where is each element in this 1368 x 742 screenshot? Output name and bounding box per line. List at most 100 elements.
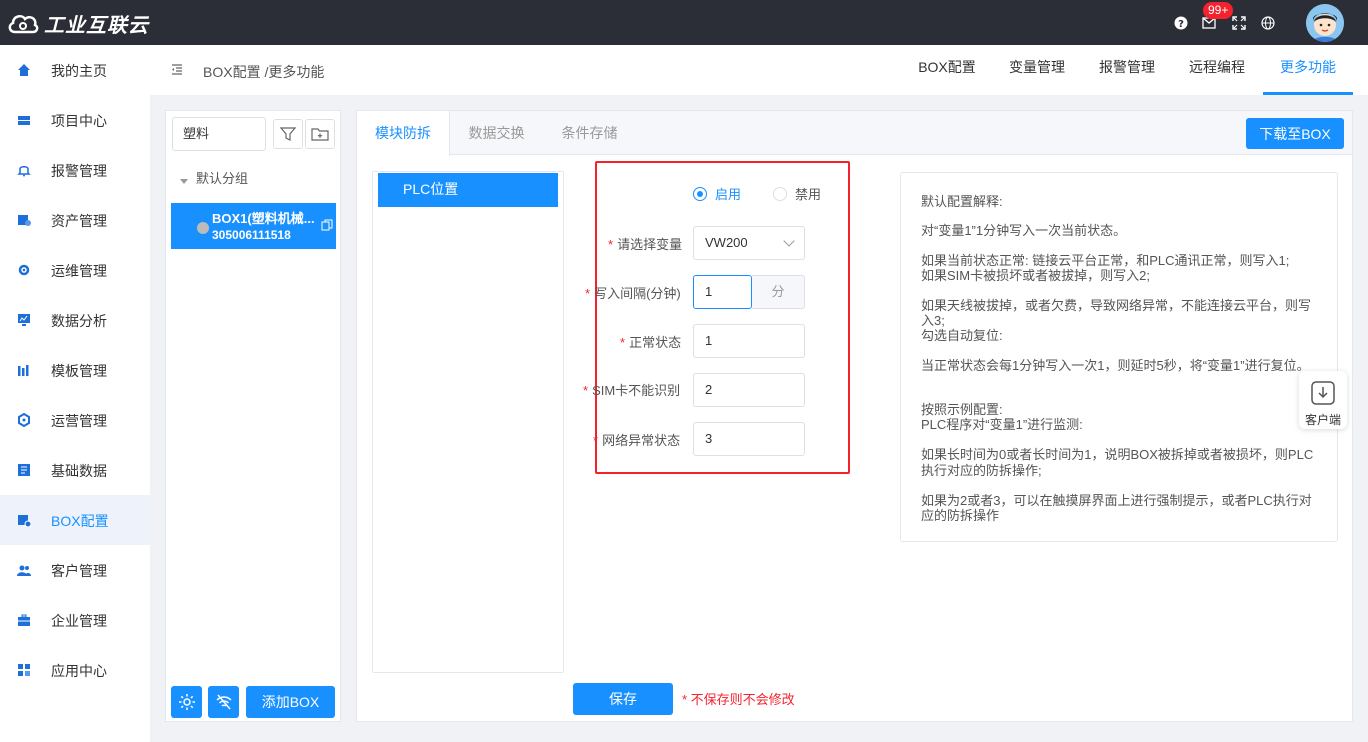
chevron-down-icon [783, 235, 795, 247]
sidebar-item-home[interactable]: 我的主页 [0, 45, 150, 95]
plc-list-panel: PLC位置 [372, 171, 564, 673]
box-id: 305006111518 [212, 228, 291, 242]
variable-select[interactable]: VW200 [693, 226, 805, 260]
sidebar-item-label: 报警管理 [51, 163, 107, 179]
list-item[interactable]: PLC位置 [378, 173, 558, 207]
radio-checked-icon [693, 186, 707, 201]
sidebar-item-label: 资产管理 [51, 213, 107, 229]
interval-label: * 写入间隔(分钟) [585, 283, 681, 302]
sidebar-item-template[interactable]: 模板管理 [0, 345, 150, 395]
client-label: 客户端 [1304, 413, 1341, 427]
avatar[interactable] [1306, 4, 1344, 42]
sidebar-item-box-config[interactable]: BOX配置 [0, 495, 150, 545]
tab-more-functions[interactable]: 更多功能 [1263, 45, 1353, 95]
project-icon [18, 116, 30, 125]
sim-label-text: SIM卡不能识别 [592, 383, 681, 398]
sidebar-item-label: 运营管理 [51, 413, 107, 429]
required-mark: * [593, 433, 599, 448]
help-icon[interactable]: ? [1173, 15, 1189, 31]
interval-unit: 分 [752, 275, 805, 309]
save-button[interactable]: 保存 [573, 683, 673, 715]
search-input[interactable]: 塑料 [172, 117, 266, 151]
collapse-menu-icon[interactable] [171, 64, 183, 76]
explanation-line: 对“变量1”1分钟写入一次当前状态。 [921, 223, 1127, 238]
normal-state-label: * 正常状态 [620, 332, 681, 351]
bar-chart-icon [18, 365, 29, 376]
copy-icon[interactable] [321, 219, 333, 231]
sidebar-item-customer[interactable]: 客户管理 [0, 545, 150, 595]
normal-state-input[interactable]: 1 [693, 324, 805, 358]
fullscreen-icon[interactable] [1231, 15, 1247, 31]
disable-label: 禁用 [795, 187, 822, 202]
cloud-logo-icon [8, 14, 39, 34]
tab-conditional-storage[interactable]: 条件存储 [543, 111, 636, 155]
breadcrumb: BOX配置 /更多功能 [203, 64, 325, 80]
add-folder-button[interactable] [305, 119, 335, 149]
save-warning: * 不保存则不会修改 [682, 692, 795, 707]
sidebar-item-operation[interactable]: 运营管理 [0, 395, 150, 445]
normal-state-label-text: 正常状态 [629, 335, 682, 350]
gear-icon [178, 694, 195, 710]
add-box-button[interactable]: 添加BOX [246, 686, 335, 718]
sidebar-item-label: 基础数据 [51, 463, 107, 479]
caret-down-icon[interactable] [180, 179, 188, 184]
app-logo[interactable]: 工业互联云 [6, 8, 149, 38]
explanation-line: PLC程序对“变量1”进行监测: [921, 417, 1083, 432]
tab-variable[interactable]: 变量管理 [992, 45, 1082, 95]
sidebar-item-label: 数据分析 [51, 313, 107, 329]
sidebar-item-ops[interactable]: 运维管理 [0, 245, 150, 295]
sim-state-input[interactable]: 2 [693, 373, 805, 407]
interval-label-text: 写入间隔(分钟) [594, 286, 681, 301]
briefcase-icon [18, 614, 30, 626]
enable-radio[interactable]: 启用 [693, 184, 741, 203]
sidebar: 我的主页 项目中心 报警管理 资产管理 运维管理 数据分析 模板管理 运营管理 … [0, 45, 150, 742]
tab-alarm[interactable]: 报警管理 [1082, 45, 1172, 95]
variable-select-value: VW200 [705, 235, 748, 250]
apps-icon [18, 664, 30, 676]
sidebar-item-analysis[interactable]: 数据分析 [0, 295, 150, 345]
tab-box-config[interactable]: BOX配置 [902, 45, 992, 95]
gear-icon [18, 264, 30, 276]
group-label[interactable]: 默认分组 [196, 168, 248, 187]
client-download-float[interactable]: 客户端 [1299, 371, 1347, 429]
tab-remote-programming[interactable]: 远程编程 [1172, 45, 1262, 95]
sidebar-item-enterprise[interactable]: 企业管理 [0, 595, 150, 645]
settings-button[interactable] [171, 686, 202, 718]
explanation-line: 当正常状态会每1分钟写入一次1，则延时5秒，将“变量1”进行复位。 [921, 358, 1310, 373]
globe-icon[interactable] [1260, 15, 1276, 31]
interval-input[interactable]: 1 [693, 275, 752, 309]
sidebar-item-project[interactable]: 项目中心 [0, 95, 150, 145]
tab-data-exchange[interactable]: 数据交换 [450, 111, 543, 155]
asset-icon [18, 215, 31, 226]
explanation-line: 执行对应的防拆操作; [921, 463, 1042, 478]
variable-label: * 请选择变量 [608, 234, 682, 253]
wifi-off-button[interactable] [208, 686, 239, 718]
notification-badge: 99+ [1203, 2, 1234, 19]
sidebar-item-asset[interactable]: 资产管理 [0, 195, 150, 245]
home-icon [18, 64, 30, 76]
tab-anti-tamper[interactable]: 模块防拆 [357, 111, 450, 156]
svg-text:?: ? [1178, 19, 1184, 30]
required-mark: * [608, 237, 614, 252]
logo-text: 工业互联云 [44, 12, 149, 37]
filter-button[interactable] [273, 119, 303, 149]
radio-unchecked-icon [773, 186, 787, 201]
content-tabs: 模块防拆 数据交换 条件存储 下载至BOX [357, 111, 1352, 156]
required-mark: * [583, 383, 589, 398]
network-state-input[interactable]: 3 [693, 422, 805, 456]
explanation-panel: 默认配置解释: 对“变量1”1分钟写入一次当前状态。 如果当前状态正常: 链接云… [900, 172, 1338, 542]
sidebar-item-apps[interactable]: 应用中心 [0, 645, 150, 695]
folder-add-icon [311, 128, 329, 141]
download-to-box-button[interactable]: 下载至BOX [1246, 118, 1344, 149]
top-bar: 工业互联云 ? 99+ [0, 0, 1368, 45]
box-config-icon [18, 515, 31, 527]
filter-icon [280, 127, 296, 141]
sidebar-item-alarm[interactable]: 报警管理 [0, 145, 150, 195]
users-icon [17, 565, 31, 576]
cog-icon [18, 413, 30, 427]
sidebar-item-basic-data[interactable]: 基础数据 [0, 445, 150, 495]
enable-label: 启用 [715, 187, 742, 202]
disable-radio[interactable]: 禁用 [773, 184, 821, 203]
box-tree-panel: 塑料 默认分组 BOX1(塑料机械... 305006111518 添加BOX [165, 110, 341, 722]
box-list-item[interactable]: BOX1(塑料机械... 305006111518 [171, 203, 336, 249]
